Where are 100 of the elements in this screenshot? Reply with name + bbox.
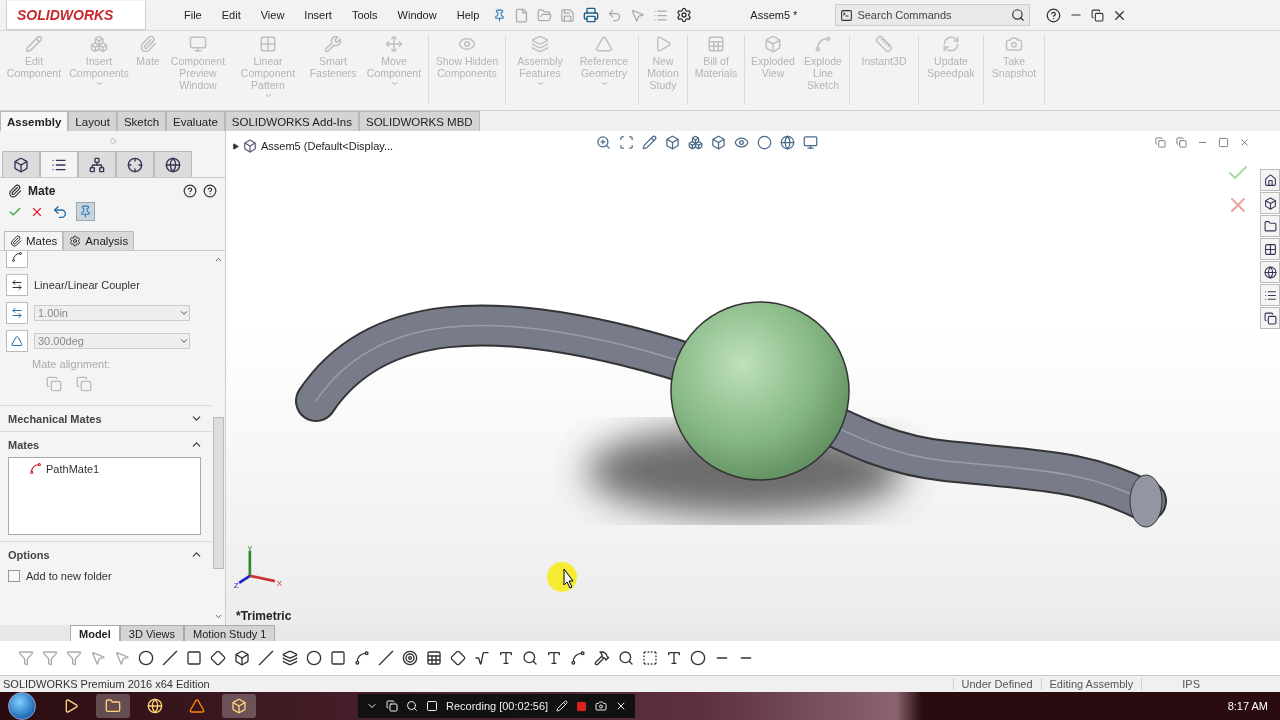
menu-item[interactable]: Edit	[215, 9, 247, 21]
cube-icon[interactable]	[234, 650, 250, 666]
manager-tab[interactable]	[116, 151, 154, 177]
mate-item[interactable]: PathMate1	[46, 462, 100, 475]
pencil-icon	[25, 35, 43, 53]
task-pane-tab[interactable]	[1260, 169, 1280, 191]
copy-icon[interactable]	[386, 700, 398, 712]
circle-icon[interactable]	[757, 135, 772, 150]
path-mate-button[interactable]	[6, 251, 28, 268]
tile-icon[interactable]	[1176, 137, 1187, 148]
cube-icon[interactable]	[711, 135, 726, 150]
tree-root[interactable]: Assem5 (Default<Display...	[261, 140, 394, 152]
settings-icon[interactable]	[676, 7, 693, 23]
stop-icon[interactable]	[576, 700, 588, 712]
task-pane-tab[interactable]	[1260, 284, 1280, 306]
menu-item[interactable]: File	[178, 9, 208, 21]
manager-tab[interactable]	[2, 151, 40, 177]
command-tab[interactable]: SOLIDWORKS Add-Ins	[224, 111, 359, 131]
globe-icon[interactable]	[780, 135, 795, 150]
spinner-icon[interactable]	[179, 308, 189, 318]
zoom-area-icon[interactable]	[619, 135, 634, 150]
manager-tab[interactable]	[78, 151, 116, 177]
taskbar-app[interactable]	[222, 694, 256, 718]
line-icon[interactable]	[258, 650, 274, 666]
monitor-icon[interactable]	[803, 135, 818, 150]
target-icon[interactable]	[402, 650, 418, 666]
spinner-icon[interactable]	[179, 336, 189, 346]
square-icon[interactable]	[330, 650, 346, 666]
text-icon[interactable]	[546, 650, 562, 666]
search-icon[interactable]	[406, 700, 418, 712]
diamond-icon[interactable]	[210, 650, 226, 666]
dashed-square-icon[interactable]	[642, 650, 658, 666]
undo-icon[interactable]	[52, 203, 68, 220]
eye-icon[interactable]	[734, 135, 749, 150]
boxes-icon[interactable]	[688, 135, 703, 150]
search-field[interactable]: Search Commands	[835, 4, 1031, 26]
list-icon	[1263, 288, 1277, 302]
checkbox[interactable]	[8, 570, 20, 582]
line-icon[interactable]	[378, 650, 394, 666]
cube-icon[interactable]	[665, 135, 680, 150]
task-pane-tab[interactable]	[1260, 215, 1280, 237]
diamond-icon[interactable]	[450, 650, 466, 666]
hammer-icon[interactable]	[594, 650, 610, 666]
manager-tab[interactable]	[40, 151, 78, 177]
tile-icon[interactable]	[1155, 137, 1166, 148]
help-icon[interactable]	[183, 184, 197, 198]
splitter-handle-icon[interactable]	[109, 138, 116, 144]
terminal-icon	[840, 8, 854, 22]
table-icon[interactable]	[426, 650, 442, 666]
task-pane-tab[interactable]	[1260, 238, 1280, 260]
command-tab[interactable]: Evaluate	[166, 111, 225, 131]
restore-icon[interactable]	[1091, 8, 1105, 22]
command-tab[interactable]: Layout	[68, 111, 117, 131]
zoom-icon[interactable]	[596, 135, 611, 150]
bottom-tab[interactable]: 3D Views	[119, 625, 185, 641]
menu-item[interactable]: Tools	[345, 9, 384, 21]
manager-tab[interactable]	[154, 151, 192, 177]
menu-item[interactable]: View	[254, 9, 291, 21]
line-icon[interactable]	[162, 650, 178, 666]
task-pane-tab[interactable]	[1260, 192, 1280, 214]
curve-icon[interactable]	[570, 650, 586, 666]
curve-icon[interactable]	[354, 650, 370, 666]
bottom-tab[interactable]: Motion Study 1	[184, 625, 276, 641]
camera-icon[interactable]	[595, 700, 608, 712]
menu-item[interactable]: Window	[391, 9, 443, 21]
pin-button[interactable]	[76, 202, 95, 221]
search-icon[interactable]	[1011, 8, 1026, 22]
scrollbar-thumb[interactable]	[212, 417, 224, 569]
help-icon[interactable]	[203, 184, 217, 198]
coupler-button[interactable]	[6, 274, 28, 296]
menu-item[interactable]: Help	[450, 9, 486, 21]
dropdown-icon	[535, 79, 545, 88]
command-tab[interactable]: Assembly	[0, 111, 69, 131]
menu-item[interactable]: Insert	[298, 9, 338, 21]
circle-icon[interactable]	[306, 650, 322, 666]
scroll-down-icon[interactable]	[213, 612, 223, 621]
command-tab[interactable]: SOLIDWORKS MBD	[358, 111, 480, 131]
search-icon[interactable]	[618, 650, 634, 666]
scroll-up-icon[interactable]	[213, 255, 223, 264]
task-pane-tab[interactable]	[1260, 307, 1280, 329]
layers-icon[interactable]	[282, 650, 298, 666]
taskbar-app[interactable]	[96, 694, 130, 718]
panel-tab[interactable]: Mates	[4, 231, 64, 250]
circle-icon[interactable]	[690, 650, 706, 666]
print-icon[interactable]	[583, 7, 600, 23]
text-icon[interactable]	[498, 650, 514, 666]
help-icon[interactable]	[1046, 7, 1062, 23]
start-button[interactable]	[8, 692, 36, 720]
pin-icon[interactable]	[493, 8, 507, 22]
task-pane-tab[interactable]	[1260, 261, 1280, 283]
search-icon[interactable]	[522, 650, 538, 666]
square-icon[interactable]	[186, 650, 202, 666]
expand-arrow-icon[interactable]	[232, 142, 239, 150]
circle-icon[interactable]	[138, 650, 154, 666]
radical-icon[interactable]	[474, 650, 490, 666]
bottom-tab[interactable]: Model	[70, 625, 120, 641]
command-tab[interactable]: Sketch	[116, 111, 167, 131]
cube-icon	[764, 35, 782, 53]
text-icon[interactable]	[666, 650, 682, 666]
panel-tab[interactable]: Analysis	[63, 231, 135, 250]
